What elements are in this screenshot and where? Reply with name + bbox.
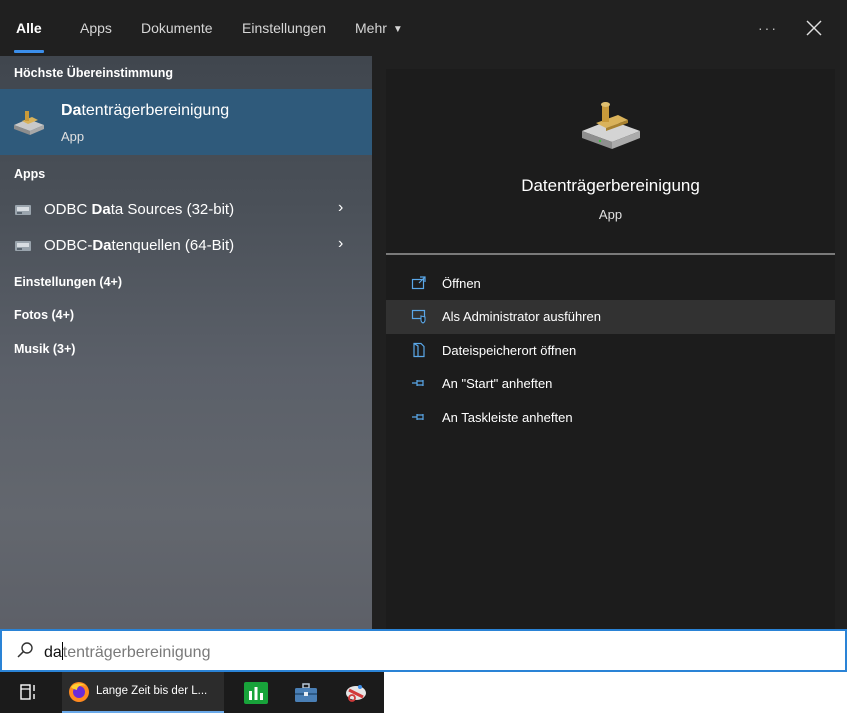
best-match-item[interactable]: Datenträgerbereinigung App bbox=[0, 89, 372, 155]
app-item-odbc-32[interactable]: ODBC Data Sources (32-bit) › bbox=[0, 193, 372, 227]
action-open-file-location[interactable]: Dateispeicherort öffnen bbox=[386, 334, 835, 368]
app-item-label: ODBC-Datenquellen (64-Bit) bbox=[44, 237, 235, 254]
action-label: Öffnen bbox=[442, 276, 481, 291]
taskbar-firefox-label: Lange Zeit bis der L... bbox=[96, 685, 208, 697]
caret-down-icon: ▼ bbox=[392, 24, 403, 35]
task-view-icon bbox=[20, 684, 35, 700]
best-match-title: Datenträgerbereinigung bbox=[61, 102, 230, 119]
search-icon bbox=[17, 642, 33, 658]
action-label: Als Administrator ausführen bbox=[442, 309, 601, 324]
disk-cleanup-icon bbox=[14, 111, 44, 135]
resource-monitor-icon bbox=[244, 682, 268, 704]
best-match-subtitle: App bbox=[61, 129, 85, 144]
app-item-label: ODBC Data Sources (32-bit) bbox=[44, 201, 235, 218]
category-label: Musik (3+) bbox=[14, 342, 76, 356]
tab-documents[interactable]: Dokumente bbox=[141, 0, 213, 56]
search-panel: Alle Apps Dokumente Einstellungen Mehr ▼ … bbox=[0, 0, 847, 629]
briefcase-icon bbox=[295, 683, 317, 702]
taskbar-app-cleanup[interactable] bbox=[336, 672, 376, 713]
search-typed-text: da bbox=[44, 644, 62, 661]
action-run-as-admin[interactable]: Als Administrator ausführen bbox=[386, 300, 835, 334]
category-label: Einstellungen (4+) bbox=[14, 275, 123, 289]
odbc-icon bbox=[15, 205, 31, 215]
more-options-button[interactable]: ··· bbox=[758, 0, 778, 56]
snipping-tool-icon bbox=[346, 685, 366, 702]
results-list: Höchste Übereinstimmung Datenträgerberei… bbox=[0, 56, 372, 629]
category-settings[interactable]: Einstellungen (4+) bbox=[0, 268, 372, 298]
apps-header: Apps bbox=[14, 167, 46, 181]
preview-title: Datenträgerbereinigung bbox=[521, 176, 700, 195]
chevron-right-icon[interactable]: › bbox=[338, 199, 343, 217]
action-label: Dateispeicherort öffnen bbox=[442, 343, 577, 358]
chevron-right-icon[interactable]: › bbox=[338, 235, 343, 253]
best-match-header: Höchste Übereinstimmung bbox=[14, 66, 174, 80]
action-pin-to-taskbar[interactable]: An Taskleiste anheften bbox=[386, 401, 835, 435]
app-item-odbc-64[interactable]: ODBC-Datenquellen (64-Bit) › bbox=[0, 229, 372, 263]
action-open[interactable]: Öffnen bbox=[386, 267, 835, 301]
divider bbox=[386, 253, 835, 255]
category-photos[interactable]: Fotos (4+) bbox=[0, 301, 372, 331]
odbc-icon bbox=[15, 241, 31, 251]
file-location-icon bbox=[413, 342, 425, 358]
preview-subtitle: App bbox=[598, 207, 623, 222]
search-suggestion-text: tenträgerbereinigung bbox=[62, 644, 211, 661]
firefox-icon bbox=[69, 682, 89, 702]
close-button[interactable] bbox=[800, 14, 828, 42]
taskbar-app-briefcase[interactable] bbox=[286, 672, 326, 713]
open-icon bbox=[411, 276, 426, 290]
pin-icon bbox=[412, 380, 424, 386]
admin-shield-icon bbox=[411, 309, 426, 324]
action-label: An "Start" anheften bbox=[442, 376, 553, 391]
filter-tab-bar: Alle Apps Dokumente Einstellungen Mehr ▼ … bbox=[0, 0, 847, 56]
tab-apps[interactable]: Apps bbox=[80, 0, 112, 56]
tab-settings[interactable]: Einstellungen bbox=[242, 0, 326, 56]
category-music[interactable]: Musik (3+) bbox=[0, 335, 372, 365]
tab-all[interactable]: Alle bbox=[14, 0, 44, 56]
pin-icon bbox=[412, 414, 424, 420]
tab-more-label: Mehr bbox=[355, 20, 387, 36]
taskbar-app-monitor[interactable] bbox=[236, 672, 276, 713]
disk-cleanup-icon bbox=[582, 102, 640, 149]
tab-more[interactable]: Mehr ▼ bbox=[355, 0, 403, 56]
category-label: Fotos (4+) bbox=[14, 308, 75, 322]
action-pin-to-start[interactable]: An "Start" anheften bbox=[386, 367, 835, 401]
search-input[interactable]: datenträgerbereinigung bbox=[0, 629, 847, 672]
taskbar: Lange Zeit bis der L... bbox=[0, 672, 384, 713]
task-view-button[interactable] bbox=[6, 672, 50, 713]
close-icon bbox=[806, 20, 822, 36]
taskbar-firefox[interactable]: Lange Zeit bis der L... bbox=[62, 672, 224, 713]
preview-pane: Datenträgerbereinigung App Öffnen Als Ad… bbox=[386, 69, 835, 629]
action-label: An Taskleiste anheften bbox=[442, 410, 573, 425]
search-query: datenträgerbereinigung bbox=[44, 642, 210, 662]
